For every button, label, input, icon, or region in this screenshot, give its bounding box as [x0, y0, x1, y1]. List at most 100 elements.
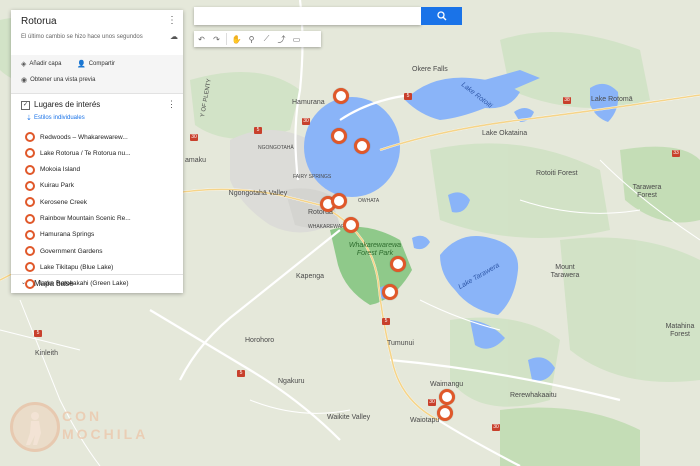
- add-layer-label: Añadir capa: [29, 61, 62, 67]
- list-item-label: Hamurana Springs: [40, 231, 95, 239]
- list-item[interactable]: Kuirau Park: [25, 180, 74, 192]
- list-item-label: Redwoods – Whakarewarew...: [40, 133, 128, 141]
- list-item[interactable]: Mokoia Island: [25, 164, 80, 176]
- map-marker-rainbow-mountain[interactable]: [439, 389, 455, 405]
- list-item[interactable]: Hamurana Springs: [25, 229, 94, 241]
- list-item-label: Kerosene Creek: [40, 198, 87, 206]
- ruler-icon[interactable]: ▭: [289, 31, 304, 47]
- base-map-section[interactable]: ⌄ Mapa base: [11, 274, 183, 294]
- road-shield: 5: [404, 93, 412, 100]
- road-shield: 30: [302, 118, 310, 125]
- place-ngongotaha-valley: Ngongotahā Valley: [228, 190, 288, 197]
- map-marker-kerosene-creek[interactable]: [437, 405, 453, 421]
- map-marker-hamurana-springs[interactable]: [333, 88, 349, 104]
- base-map-label: Mapa base: [34, 279, 74, 288]
- place-waikite-valley: Waikite Valley: [327, 414, 371, 421]
- road-shield: 30: [492, 424, 500, 431]
- panel-header: Rotorua El último cambio se hizo hace un…: [11, 10, 183, 55]
- hand-icon[interactable]: ✋: [229, 31, 244, 47]
- road-shield: 5: [254, 127, 262, 134]
- road-shield: 5: [382, 318, 390, 325]
- place-mount-tarawera: Mount Tarawera: [550, 264, 580, 279]
- list-item-label: Kuirau Park: [40, 182, 74, 190]
- watermark-line2: MOCHILA: [62, 426, 149, 442]
- map-marker-lake-rotorua[interactable]: [331, 128, 347, 144]
- toolbar-divider: [226, 33, 227, 45]
- share-button[interactable]: 👤 Compartir: [77, 60, 115, 68]
- list-item[interactable]: Redwoods – Whakarewarew...: [25, 131, 128, 143]
- place-marker-icon: [25, 180, 35, 191]
- more-options-icon[interactable]: ⋮: [167, 15, 177, 26]
- list-item-label: Government Gardens: [40, 247, 103, 255]
- preview-button[interactable]: ◉ Obtener una vista previa: [21, 76, 95, 84]
- place-okere-falls: Okere Falls: [412, 66, 448, 73]
- place-mamaku: amaku: [185, 157, 207, 164]
- map-marker-redwoods[interactable]: [343, 217, 359, 233]
- place-marker-icon: [25, 246, 35, 257]
- place-waimangu: Waimangu: [430, 381, 464, 388]
- place-tarawera-forest: Tarawera Forest: [632, 184, 662, 199]
- add-layer-button[interactable]: ◈ Añadir capa: [21, 60, 61, 68]
- backpacker-icon: [10, 402, 60, 452]
- list-item[interactable]: Government Gardens: [25, 245, 103, 257]
- share-label: Compartir: [88, 61, 116, 67]
- search-button[interactable]: [421, 7, 462, 25]
- watermark-logo: CON MOCHILA: [10, 402, 180, 457]
- individual-styles-link[interactable]: Estilos individuales: [34, 115, 85, 121]
- place-tumunui: Tumunui: [387, 340, 414, 347]
- place-matahina-forest: Matahina Forest: [665, 323, 695, 338]
- panel-actions: ◈ Añadir capa 👤 Compartir ◉ Obtener una vis…: [11, 55, 183, 94]
- place-rerewhakaaitu: Rerewhakaaitu: [510, 392, 557, 399]
- layer-options-icon[interactable]: ⋮: [167, 99, 176, 110]
- map-toolbar: ↶ ↷ ✋ ⚲ ⟋ ⤴ ▭: [194, 31, 321, 47]
- layers-icon: ◈: [21, 61, 27, 68]
- place-marker-icon: [25, 262, 35, 273]
- list-item[interactable]: Lake Tikitapu (Blue Lake): [25, 261, 113, 273]
- place-marker-icon: [25, 164, 35, 175]
- undo-icon[interactable]: ↶: [194, 31, 209, 47]
- redo-icon[interactable]: ↷: [209, 31, 224, 47]
- add-person-icon: 👤: [77, 61, 86, 68]
- list-item-label: Lake Tikitapu (Blue Lake): [40, 263, 114, 271]
- eye-icon: ◉: [21, 77, 28, 84]
- place-lake-rotoma: Lake Rotomā: [591, 96, 633, 103]
- search-icon: [436, 10, 446, 20]
- map-marker-lake-tikitapu[interactable]: [390, 256, 406, 272]
- place-hamurana: Hamurana: [292, 99, 325, 106]
- place-kapenga: Kapenga: [296, 273, 325, 280]
- layer-title[interactable]: Lugares de interés: [34, 100, 100, 109]
- place-marker-icon: [25, 148, 35, 159]
- place-kinleith: Kinleith: [35, 350, 58, 357]
- place-fairy-springs: FAIRY SPRINGS: [293, 174, 332, 180]
- road-shield: 5: [237, 370, 245, 377]
- list-item[interactable]: Kerosene Creek: [25, 196, 87, 208]
- place-horohoro: Horohoro: [245, 337, 275, 344]
- road-shield: 30: [428, 399, 436, 406]
- road-shield: 5: [34, 330, 42, 337]
- list-item[interactable]: Rainbow Mountain Scenic Re...: [25, 213, 131, 225]
- layer-checkbox[interactable]: ✓: [21, 101, 30, 110]
- map-marker-mokoia-island[interactable]: [354, 138, 370, 154]
- map-marker-government-gardens[interactable]: [331, 193, 347, 209]
- watermark-line1: CON: [62, 408, 103, 424]
- cloud-saved-icon: ☁: [170, 32, 178, 41]
- place-waiotapu: Waiotapu: [410, 417, 440, 424]
- list-item-label: Rainbow Mountain Scenic Re...: [40, 215, 131, 222]
- search-input[interactable]: [194, 7, 421, 25]
- directions-icon[interactable]: ⤴: [274, 31, 289, 47]
- place-marker-icon: [25, 213, 35, 224]
- preview-label: Obtener una vista previa: [30, 77, 96, 83]
- line-icon[interactable]: ⟋: [259, 31, 274, 47]
- road-shield: 38: [563, 97, 571, 104]
- map-marker-lake-rotokakahi[interactable]: [382, 284, 398, 300]
- map-title[interactable]: Rotorua: [21, 16, 57, 27]
- place-marker-icon: [25, 197, 35, 208]
- marker-icon[interactable]: ⚲: [244, 31, 259, 47]
- road-shield: 30: [190, 134, 198, 141]
- place-marker-icon: [25, 132, 35, 142]
- layers-panel: Rotorua El último cambio se hizo hace un…: [11, 10, 183, 293]
- list-item[interactable]: Lake Rotorua / Te Rotorua nu...: [25, 147, 131, 159]
- place-ngakuru: Ngakuru: [278, 378, 305, 385]
- chevron-down-icon: ⌄: [21, 280, 27, 286]
- paint-roller-icon: ⇣: [26, 115, 32, 122]
